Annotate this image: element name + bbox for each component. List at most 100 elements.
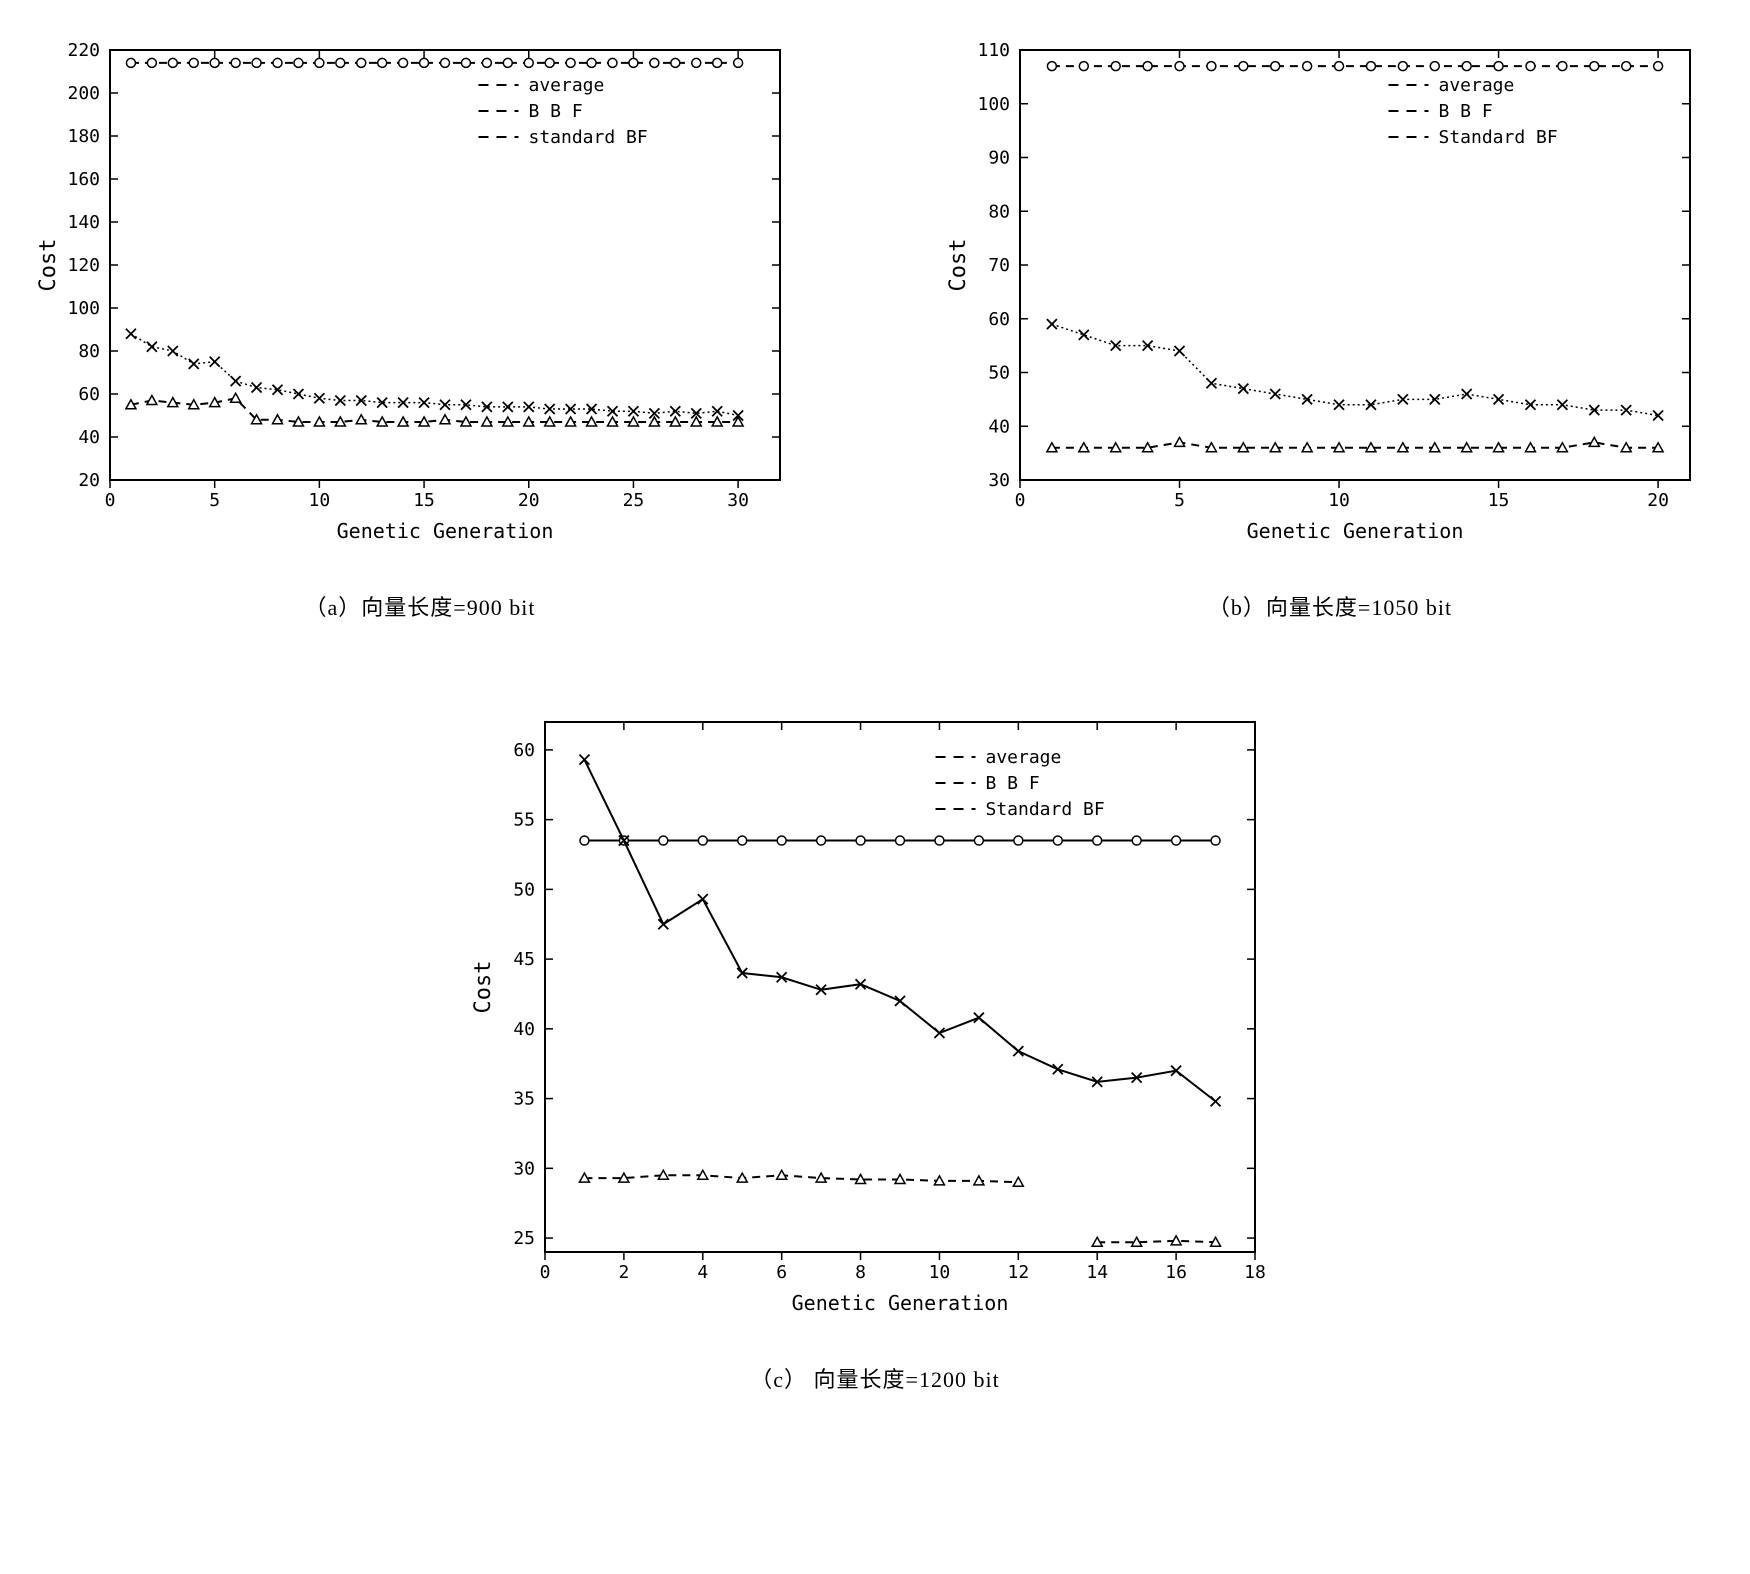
legend-label: Standard BF xyxy=(986,799,1105,820)
y-tick: 140 xyxy=(67,212,100,233)
legend: averageB B FStandard BF xyxy=(936,747,1105,820)
pentagon-marker-icon xyxy=(1590,62,1599,71)
pentagon-marker-icon xyxy=(126,58,135,67)
chart-b: 0510152030405060708090100110CostGenetic … xyxy=(940,30,1720,622)
pentagon-marker-icon xyxy=(856,836,865,845)
caption-a: （a）向量长度=900 bit xyxy=(305,590,536,622)
x-tick: 0 xyxy=(540,1262,551,1283)
x-marker-icon xyxy=(126,329,136,339)
pentagon-marker-icon xyxy=(1047,62,1056,71)
pentagon-marker-icon xyxy=(974,836,983,845)
pentagon-marker-icon xyxy=(252,58,261,67)
pentagon-marker-icon xyxy=(1622,62,1631,71)
y-tick: 55 xyxy=(513,810,535,831)
pentagon-marker-icon xyxy=(1172,836,1181,845)
legend-label: average xyxy=(1439,75,1515,96)
x-marker-icon xyxy=(934,1028,944,1038)
pentagon-marker-icon xyxy=(1014,836,1023,845)
pentagon-marker-icon xyxy=(777,836,786,845)
pentagon-marker-icon xyxy=(566,58,575,67)
x-tick: 16 xyxy=(1165,1262,1187,1283)
x-marker-icon xyxy=(210,357,220,367)
pentagon-marker-icon xyxy=(1494,62,1503,71)
triangle-marker-icon xyxy=(1013,1177,1023,1186)
x-tick: 10 xyxy=(929,1262,951,1283)
y-tick: 30 xyxy=(988,470,1010,491)
pentagon-marker-icon xyxy=(650,58,659,67)
pentagon-marker-icon xyxy=(420,58,429,67)
x-marker-icon xyxy=(658,919,668,929)
y-tick: 30 xyxy=(513,1158,535,1179)
triangle-marker-icon xyxy=(231,393,241,402)
series-B-B-F xyxy=(584,1175,1018,1182)
x-marker-icon xyxy=(895,996,905,1006)
pentagon-marker-icon xyxy=(1207,62,1216,71)
x-tick: 12 xyxy=(1007,1262,1029,1283)
pentagon-marker-icon xyxy=(580,836,589,845)
x-axis-label: Genetic Generation xyxy=(1247,519,1464,543)
triangle-marker-icon xyxy=(147,395,157,404)
y-tick: 35 xyxy=(513,1089,535,1110)
x-marker-icon xyxy=(974,1013,984,1023)
x-tick: 5 xyxy=(1174,490,1185,511)
pentagon-marker-icon xyxy=(608,58,617,67)
y-tick: 120 xyxy=(67,255,100,276)
y-tick: 70 xyxy=(988,255,1010,276)
caption-b: （b）向量长度=1050 bit xyxy=(1208,590,1452,622)
y-tick: 20 xyxy=(78,470,100,491)
x-marker-icon xyxy=(314,393,324,403)
y-tick: 25 xyxy=(513,1228,535,1249)
pentagon-marker-icon xyxy=(168,58,177,67)
triangle-marker-icon xyxy=(1589,437,1599,446)
pentagon-marker-icon xyxy=(935,836,944,845)
y-tick: 60 xyxy=(513,740,535,761)
x-tick: 10 xyxy=(1328,490,1350,511)
pentagon-marker-icon xyxy=(1335,62,1344,71)
x-marker-icon xyxy=(1053,1064,1063,1074)
pentagon-marker-icon xyxy=(441,58,450,67)
pentagon-marker-icon xyxy=(734,58,743,67)
y-tick: 100 xyxy=(67,298,100,319)
x-marker-icon xyxy=(1621,405,1631,415)
x-tick: 20 xyxy=(1647,490,1669,511)
pentagon-marker-icon xyxy=(399,58,408,67)
series-B-B-F xyxy=(131,398,738,422)
pentagon-marker-icon xyxy=(1079,62,1088,71)
pentagon-marker-icon xyxy=(294,58,303,67)
pentagon-marker-icon xyxy=(1132,836,1141,845)
x-marker-icon xyxy=(1334,400,1344,410)
pentagon-marker-icon xyxy=(1053,836,1062,845)
pentagon-marker-icon xyxy=(545,58,554,67)
chart-a: 0510152025302040608010012014016018020022… xyxy=(30,30,810,622)
y-axis-label: Cost xyxy=(36,239,61,292)
x-tick: 18 xyxy=(1244,1262,1266,1283)
pentagon-marker-icon xyxy=(713,58,722,67)
pentagon-marker-icon xyxy=(738,836,747,845)
y-tick: 80 xyxy=(988,201,1010,222)
x-marker-icon xyxy=(1557,400,1567,410)
pentagon-marker-icon xyxy=(1143,62,1152,71)
pentagon-marker-icon xyxy=(147,58,156,67)
y-tick: 60 xyxy=(988,309,1010,330)
x-marker-icon xyxy=(147,342,157,352)
pentagon-marker-icon xyxy=(336,58,345,67)
y-tick: 180 xyxy=(67,126,100,147)
x-tick: 30 xyxy=(727,490,749,511)
legend-label: average xyxy=(986,747,1062,768)
x-marker-icon xyxy=(1013,1046,1023,1056)
chart-svg: 0510152030405060708090100110CostGenetic … xyxy=(940,30,1720,550)
y-tick: 50 xyxy=(513,879,535,900)
y-tick: 90 xyxy=(988,148,1010,169)
legend-label: standard BF xyxy=(529,127,648,148)
pentagon-marker-icon xyxy=(1093,836,1102,845)
x-tick: 0 xyxy=(1015,490,1026,511)
x-marker-icon xyxy=(1175,346,1185,356)
pentagon-marker-icon xyxy=(1303,62,1312,71)
triangle-marker-icon xyxy=(1175,437,1185,446)
pentagon-marker-icon xyxy=(357,58,366,67)
pentagon-marker-icon xyxy=(1175,62,1184,71)
legend: averageB B FStandard BF xyxy=(1389,75,1558,148)
pentagon-marker-icon xyxy=(1526,62,1535,71)
x-tick: 15 xyxy=(1488,490,1510,511)
x-tick: 14 xyxy=(1086,1262,1108,1283)
